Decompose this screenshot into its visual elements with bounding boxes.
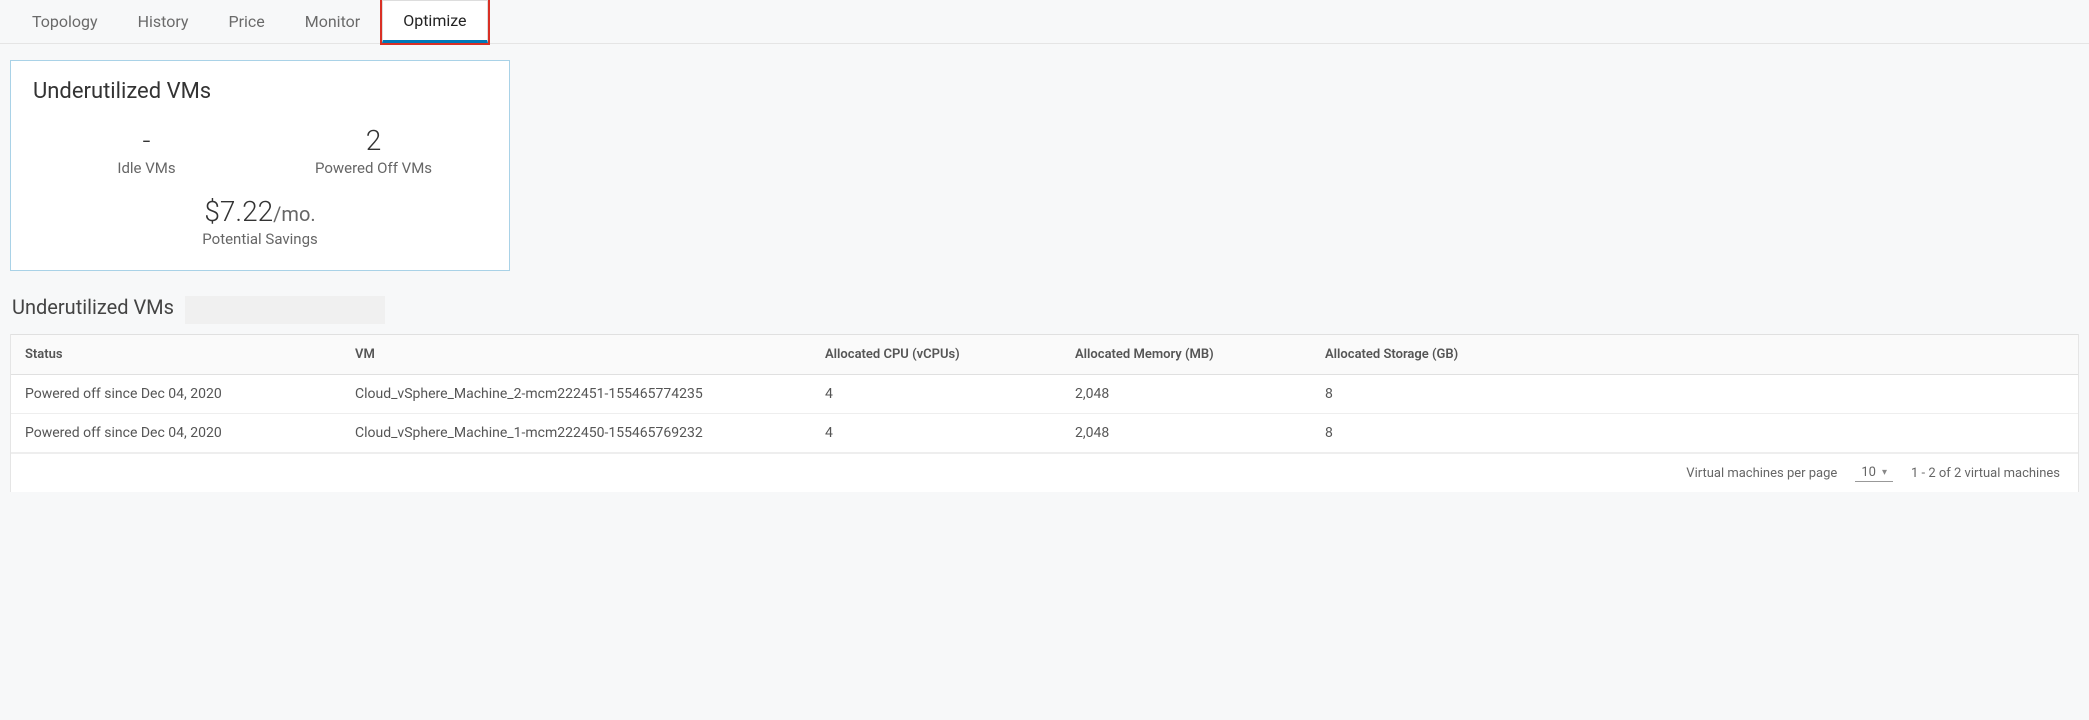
table-row[interactable]: Powered off since Dec 04, 2020Cloud_vSph… (11, 375, 2078, 414)
underutilized-summary-card: Underutilized VMs - Idle VMs 2 Powered O… (10, 60, 510, 271)
cell-mem: 2,048 (1061, 414, 1311, 453)
col-header-status[interactable]: Status (11, 335, 341, 375)
tab-optimize[interactable]: Optimize (382, 0, 487, 43)
section-title: Underutilized VMs (12, 295, 174, 319)
table-header-row: Status VM Allocated CPU (vCPUs) Allocate… (11, 335, 2078, 375)
cell-vm: Cloud_vSphere_Machine_1-mcm222450-155465… (341, 414, 811, 453)
col-header-stor[interactable]: Allocated Storage (GB) (1311, 335, 2078, 375)
savings-unit: /mo. (273, 202, 315, 226)
metric-poweredoff-value: 2 (260, 124, 487, 157)
metric-powered-off-vms: 2 Powered Off VMs (260, 124, 487, 177)
vm-table: Status VM Allocated CPU (vCPUs) Allocate… (11, 334, 2078, 453)
tab-optimize-highlight: Optimize (380, 0, 489, 45)
cell-cpu: 4 (811, 375, 1061, 414)
tab-bar: Topology History Price Monitor Optimize (0, 0, 2089, 44)
pagination-bar: Virtual machines per page 10 ▾ 1 - 2 of … (11, 453, 2078, 492)
col-header-mem[interactable]: Allocated Memory (MB) (1061, 335, 1311, 375)
metric-potential-savings: $7.22/mo. Potential Savings (33, 195, 487, 248)
table-row[interactable]: Powered off since Dec 04, 2020Cloud_vSph… (11, 414, 2078, 453)
cell-stor: 8 (1311, 414, 2078, 453)
tab-price[interactable]: Price (208, 2, 284, 41)
pager-range-text: 1 - 2 of 2 virtual machines (1911, 466, 2060, 481)
tab-topology[interactable]: Topology (12, 2, 118, 41)
cell-status: Powered off since Dec 04, 2020 (11, 414, 341, 453)
pager-label: Virtual machines per page (1686, 466, 1837, 481)
savings-amount: $7.22 (204, 195, 273, 228)
tab-monitor[interactable]: Monitor (285, 2, 380, 41)
pager-page-size-select[interactable]: 10 ▾ (1855, 464, 1893, 482)
metric-idle-vms: - Idle VMs (33, 124, 260, 177)
metric-poweredoff-label: Powered Off VMs (260, 159, 487, 177)
cell-cpu: 4 (811, 414, 1061, 453)
col-header-vm[interactable]: VM (341, 335, 811, 375)
savings-label: Potential Savings (33, 230, 487, 248)
cell-mem: 2,048 (1061, 375, 1311, 414)
col-header-cpu[interactable]: Allocated CPU (vCPUs) (811, 335, 1061, 375)
cell-stor: 8 (1311, 375, 2078, 414)
cell-vm: Cloud_vSphere_Machine_2-mcm222451-155465… (341, 375, 811, 414)
section-filter-placeholder (185, 296, 385, 324)
cell-status: Powered off since Dec 04, 2020 (11, 375, 341, 414)
metric-idle-value: - (33, 124, 260, 157)
tab-history[interactable]: History (118, 2, 209, 41)
metric-idle-label: Idle VMs (33, 159, 260, 177)
chevron-down-icon: ▾ (1882, 467, 1887, 478)
card-title: Underutilized VMs (33, 79, 487, 104)
pager-page-size-value: 10 (1861, 465, 1876, 480)
